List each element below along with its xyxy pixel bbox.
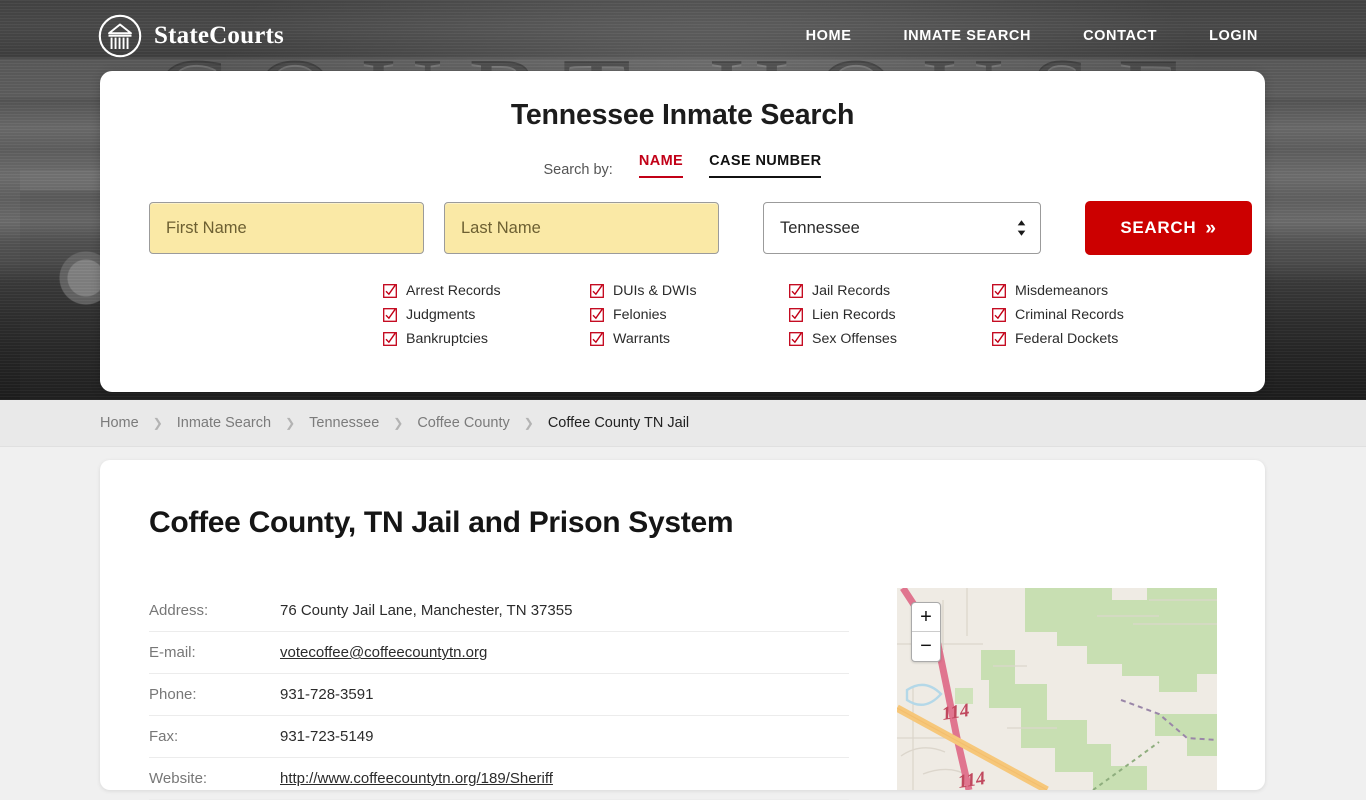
record-type-item: Judgments [383, 303, 590, 327]
map-zoom-in-button[interactable]: + [912, 603, 940, 632]
checked-box-icon [789, 332, 803, 346]
record-type-item: Arrest Records [383, 279, 590, 303]
search-button[interactable]: SEARCH » [1085, 201, 1252, 255]
breadcrumb-item-current: Coffee County TN Jail [547, 415, 690, 431]
nav-item-inmate-search[interactable]: INMATE SEARCH [904, 28, 1032, 44]
chevron-right-icon: ❯ [393, 416, 404, 430]
record-type-item: Warrants [590, 327, 789, 351]
state-select[interactable]: Tennessee [763, 202, 1041, 254]
info-key: Fax: [149, 728, 179, 745]
nav-item-contact[interactable]: CONTACT [1083, 28, 1157, 44]
tab-case-number[interactable]: CASE NUMBER [709, 153, 822, 178]
record-type-label: Arrest Records [406, 283, 501, 299]
record-type-item: Sex Offenses [789, 327, 992, 351]
nav-item-home[interactable]: HOME [806, 28, 852, 44]
record-type-item: Federal Dockets [992, 327, 1202, 351]
breadcrumb-item-tennessee[interactable]: Tennessee [309, 415, 379, 431]
email-link[interactable]: votecoffee@coffeecountytn.org [280, 644, 487, 661]
search-by-row: Search by: NAME CASE NUMBER [100, 153, 1265, 178]
record-type-label: Misdemeanors [1015, 283, 1109, 299]
record-type-label: Warrants [613, 331, 671, 347]
info-value: 76 County Jail Lane, Manchester, TN 3735… [280, 602, 573, 619]
breadcrumb-item-home[interactable]: Home [100, 415, 139, 431]
table-row: Phone: 931-728-3591 [149, 674, 849, 716]
record-types-grid: Arrest Records DUIs & DWIs Jail Records … [383, 279, 1265, 351]
breadcrumb-item-inmate-search[interactable]: Inmate Search [177, 415, 271, 431]
checked-box-icon [383, 332, 397, 346]
search-button-label: SEARCH [1120, 218, 1197, 237]
jail-detail-card: Coffee County, TN Jail and Prison System… [100, 460, 1265, 800]
record-type-item: Jail Records [789, 279, 992, 303]
jail-info-table: Address: 76 County Jail Lane, Manchester… [149, 590, 849, 800]
record-type-label: Judgments [406, 307, 476, 323]
nav-item-login[interactable]: LOGIN [1209, 28, 1258, 44]
chevron-right-icon: ❯ [152, 416, 163, 430]
table-row: Website: http://www.coffeecountytn.org/1… [149, 758, 849, 800]
checked-box-icon [590, 308, 604, 322]
breadcrumb: Home ❯ Inmate Search ❯ Tennessee ❯ Coffe… [100, 415, 689, 431]
info-value: http://www.coffeecountytn.org/189/Sherif… [280, 758, 849, 800]
info-value: 931-723-5149 [280, 728, 374, 745]
double-chevron-right-icon: » [1205, 217, 1217, 239]
record-type-item: Misdemeanors [992, 279, 1202, 303]
chevron-right-icon: ❯ [285, 416, 296, 430]
website-link[interactable]: http://www.coffeecountytn.org/189/Sherif… [280, 770, 553, 787]
last-name-input[interactable] [444, 202, 719, 254]
info-key: Address: [149, 602, 209, 619]
record-type-label: Lien Records [812, 307, 896, 323]
chevron-right-icon: ❯ [523, 416, 534, 430]
record-type-item: Bankruptcies [383, 327, 590, 351]
record-type-label: DUIs & DWIs [613, 283, 697, 299]
tab-name[interactable]: NAME [638, 153, 684, 178]
checked-box-icon [590, 332, 604, 346]
checked-box-icon [383, 308, 397, 322]
search-by-label: Search by: [543, 162, 613, 178]
info-key: Phone: [149, 686, 197, 703]
map-zoom-controls: + − [911, 602, 941, 662]
info-key: Website: [149, 770, 208, 787]
checked-box-icon [992, 332, 1006, 346]
record-type-label: Sex Offenses [812, 331, 897, 347]
record-type-label: Bankruptcies [406, 331, 489, 347]
checked-box-icon [383, 284, 397, 298]
record-type-item: Lien Records [789, 303, 992, 327]
info-value: votecoffee@coffeecountytn.org [280, 632, 849, 674]
state-select-wrapper: Tennessee [763, 202, 1041, 254]
record-type-item: Felonies [590, 303, 789, 327]
main-nav: HOME INMATE SEARCH CONTACT LOGIN [806, 28, 1258, 44]
record-type-label: Felonies [613, 307, 667, 323]
search-card-title: Tennessee Inmate Search [510, 99, 855, 131]
record-type-label: Criminal Records [1015, 307, 1124, 323]
hero-banner: COURT HOUSE StateCourts HOME INMATE SEAR… [0, 0, 1366, 400]
brand-logo-link[interactable]: StateCourts [98, 14, 284, 58]
checked-box-icon [789, 284, 803, 298]
breadcrumb-bar: Home ❯ Inmate Search ❯ Tennessee ❯ Coffe… [0, 400, 1366, 447]
table-row: E-mail: votecoffee@coffeecountytn.org [149, 632, 849, 674]
table-row: Fax: 931-723-5149 [149, 716, 849, 758]
record-type-item: Criminal Records [992, 303, 1202, 327]
first-name-input[interactable] [149, 202, 424, 254]
location-map[interactable]: 114 114 + − [897, 588, 1217, 790]
road-label: 114 [956, 768, 986, 790]
top-navigation-bar: StateCourts HOME INMATE SEARCH CONTACT L… [0, 0, 1366, 72]
record-type-label: Federal Dockets [1015, 331, 1119, 347]
brand-name: StateCourts [154, 22, 284, 49]
search-form-row: Tennessee SEARCH » [149, 201, 1265, 255]
checked-box-icon [590, 284, 604, 298]
inmate-search-card: Tennessee Inmate Search Search by: NAME … [100, 71, 1265, 392]
breadcrumb-item-coffee-county[interactable]: Coffee County [417, 415, 509, 431]
map-tiles: 114 114 [897, 588, 1217, 790]
checked-box-icon [992, 284, 1006, 298]
checked-box-icon [992, 308, 1006, 322]
page-title: Coffee County, TN Jail and Prison System [149, 506, 734, 539]
info-key: E-mail: [149, 644, 196, 661]
checked-box-icon [789, 308, 803, 322]
record-type-item: DUIs & DWIs [590, 279, 789, 303]
table-row: Address: 76 County Jail Lane, Manchester… [149, 590, 849, 632]
road-label: 114 [940, 700, 970, 725]
record-type-label: Jail Records [812, 283, 891, 299]
info-value: 931-728-3591 [280, 686, 374, 703]
courthouse-circle-icon [98, 14, 142, 58]
map-zoom-out-button[interactable]: − [912, 632, 940, 661]
